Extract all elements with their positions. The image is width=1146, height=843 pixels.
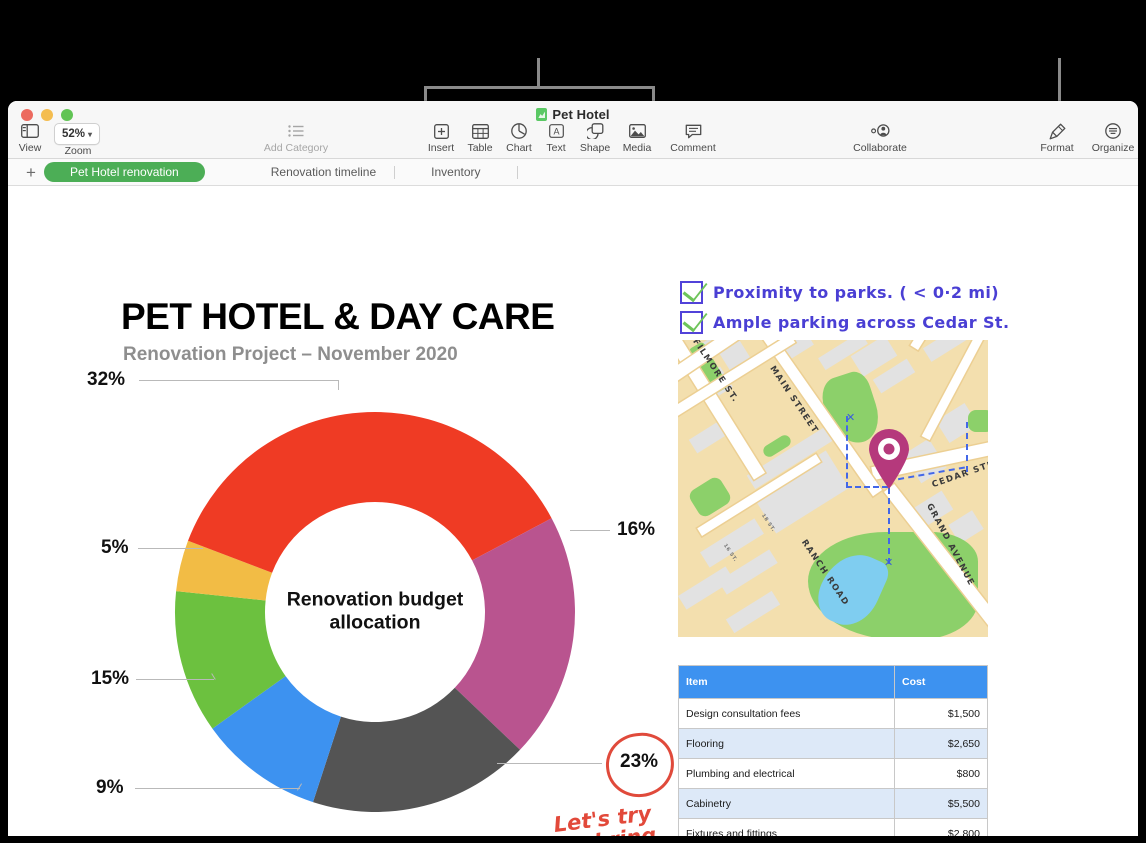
callout-bracket-right-end [652,86,655,102]
table-cell-item: Cabinetry [678,788,895,819]
map-route-marker: ✕ [884,556,894,569]
table-row[interactable]: Cabinetry $5,500 [678,788,988,819]
tab-separator [516,165,518,179]
comment-button[interactable]: Comment [655,121,731,154]
leader-line-9 [135,788,300,789]
collaborate-icon [841,121,919,141]
checklist-item-proximity: Proximity to parks. ( < 0·2 mi) [680,281,999,304]
map-route-segment [846,416,848,488]
chart-label-15: 15% [91,668,130,689]
sheet-tab-inventory[interactable]: Inventory [413,162,498,182]
map-pin[interactable] [867,428,911,490]
svg-text:A: A [553,126,559,136]
leader-line-32 [139,380,339,381]
view-button[interactable]: View [8,121,60,154]
app-window: Pet Hotel View 52% ▾ Zoom Add Category I… [8,101,1138,836]
callout-bracket-left-end [424,86,427,102]
leader-line-23 [497,763,602,764]
chart-label-32: 32% [87,369,126,390]
map-route-segment [966,422,968,472]
view-label: View [18,142,42,154]
document-canvas: PET HOTEL & DAY CARE Renovation Project … [8,186,1138,836]
slice-cabinetry-wrap [188,412,375,573]
map-block [922,340,968,362]
table-cell-cost: $800 [894,758,988,789]
map-block [725,590,781,634]
table-cell-item: Fixtures and fittings [678,818,895,836]
budget-table[interactable]: Item Cost Design consultation fees $1,50… [678,665,988,836]
callout-line-toolbar-stem [537,58,540,88]
table-cell-cost: $5,500 [894,788,988,819]
table-cell-item: Flooring [678,728,895,759]
map-route-segment [888,488,890,564]
leader-line-16 [570,530,610,531]
add-category-button[interactable]: Add Category [236,121,356,154]
zoom-label: Zoom [64,145,92,157]
comment-icon [655,121,731,141]
comment-label: Comment [670,142,716,154]
table-row[interactable]: Design consultation fees $1,500 [678,698,988,729]
page-title: PET HOTEL & DAY CARE [121,296,555,337]
chart-label-5: 5% [101,537,129,558]
chevron-down-icon: ▾ [88,129,93,139]
table-header-cost: Cost [894,665,988,699]
add-sheet-button[interactable]: + [18,164,44,181]
checkbox-checked-icon[interactable] [680,281,703,304]
map-route-marker: ✕ [846,411,856,424]
map-image[interactable]: FILMORE ST. MAIN STREET CEDAR STREET RAN… [678,340,988,637]
chart-label-9: 9% [96,777,124,798]
zoom-select[interactable]: 52% ▾ [54,123,101,145]
zoom-value: 52% [62,128,86,140]
table-row[interactable]: Fixtures and fittings $2,800 [678,818,988,836]
collaborate-button[interactable]: Collaborate [841,121,919,154]
table-cell-cost: $2,650 [894,728,988,759]
list-icon [236,121,356,141]
table-row[interactable]: Plumbing and electrical $800 [678,758,988,789]
checklist-label-proximity: Proximity to parks. ( < 0·2 mi) [713,283,1000,302]
organize-button[interactable]: Organize [1080,121,1138,154]
screenshot-root: Pet Hotel View 52% ▾ Zoom Add Category I… [0,0,1146,843]
window-title-bar: Pet Hotel [8,107,1138,122]
donut-chart[interactable]: Renovation budget allocation [165,402,585,822]
paintbrush-icon [1027,121,1087,141]
toolbar: Pet Hotel View 52% ▾ Zoom Add Category I… [8,101,1138,159]
sheet-tab-pet-hotel-renovation[interactable]: Pet Hotel renovation [44,162,205,182]
add-category-label: Add Category [263,142,329,154]
organize-icon [1080,121,1138,141]
donut-center-line2: allocation [329,612,421,634]
organize-label: Organize [1091,142,1135,154]
view-icon [8,121,60,141]
callout-bracket-toolbar [424,86,655,89]
format-label: Format [1040,142,1074,154]
sheet-tab-bar: + Pet Hotel renovation Renovation timeli… [8,159,1138,186]
table-cell-cost: $2,800 [894,818,988,836]
leader-line-5 [138,548,203,549]
table-header-item: Item [678,665,895,699]
table-cell-item: Plumbing and electrical [678,758,895,789]
sheet-tab-renovation-timeline[interactable]: Renovation timeline [253,162,394,182]
tab-separator [394,165,396,179]
table-cell-cost: $1,500 [894,698,988,729]
collaborate-label: Collaborate [853,142,907,154]
donut-center-line1: Renovation budget [286,588,464,611]
table-row[interactable]: Flooring $2,650 [678,728,988,759]
format-button[interactable]: Format [1027,121,1087,154]
leader-line-15 [136,679,214,680]
map-park [968,410,988,432]
page-subtitle: Renovation Project – November 2020 [123,344,458,365]
table-header-row: Item Cost [678,665,988,699]
checklist-item-parking: Ample parking across Cedar St. [680,311,1009,334]
leader-tick-32 [338,380,339,390]
chart-label-23: 23% [620,751,659,772]
table-cell-item: Design consultation fees [678,698,895,729]
numbers-doc-icon [536,108,548,121]
donut-center-label: Renovation budget allocation [275,589,475,636]
checkbox-checked-icon[interactable] [680,311,703,334]
window-title: Pet Hotel [552,107,610,122]
checklist-label-parking: Ample parking across Cedar St. [713,313,1010,332]
chart-label-16: 16% [617,519,656,540]
